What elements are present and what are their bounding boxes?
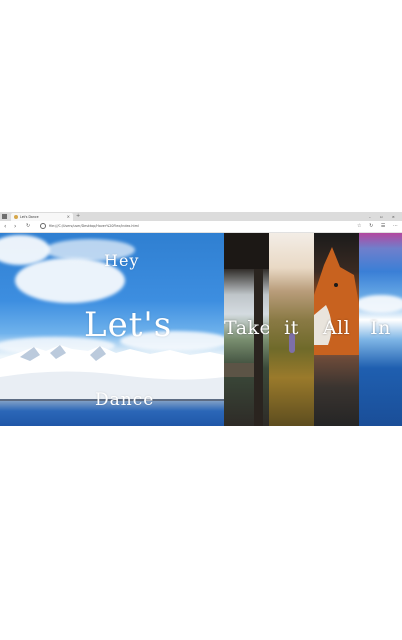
tab-bar: Let's Dance × + – ▫ ×: [0, 212, 402, 221]
back-icon[interactable]: ‹: [4, 222, 6, 231]
pier-roof: [224, 233, 269, 269]
cloud-shape: [359, 295, 402, 313]
word-it: it: [284, 317, 299, 339]
tab-active[interactable]: Let's Dance ×: [11, 213, 73, 221]
tab-actions-icon[interactable]: [2, 214, 7, 219]
panel-take[interactable]: Take: [224, 233, 269, 426]
address-bar[interactable]: file:///C:/Users/user/Desktop/Hover%20Fl…: [40, 222, 330, 231]
hub-icon[interactable]: ☰: [381, 223, 385, 229]
sync-icon[interactable]: ↻: [369, 223, 373, 229]
browser-window: Let's Dance × + – ▫ × ‹ › ↻ file:///C:/U…: [0, 212, 402, 426]
address-toolbar: ‹ › ↻ file:///C:/Users/user/Desktop/Hove…: [0, 221, 402, 233]
panel-all[interactable]: All: [314, 233, 359, 426]
page-viewport: Hey Let's Dance Take it All In: [0, 233, 402, 426]
new-tab-button[interactable]: +: [76, 213, 80, 220]
tab-close-icon[interactable]: ×: [67, 213, 70, 221]
forward-icon[interactable]: ›: [14, 222, 16, 231]
more-icon[interactable]: ⋯: [393, 223, 398, 229]
word-all: All: [322, 317, 351, 339]
word-hey: Hey: [104, 251, 140, 270]
url-text: file:///C:/Users/user/Desktop/Hover%20Fl…: [49, 224, 139, 228]
tab-title: Let's Dance: [20, 215, 39, 219]
word-dance: Dance: [95, 390, 155, 410]
word-in: In: [370, 317, 391, 339]
pier-rail: [224, 363, 254, 377]
window-controls[interactable]: – ▫ ×: [369, 212, 399, 221]
word-take: Take: [224, 317, 269, 339]
favicon-icon: [14, 215, 18, 219]
panel-it[interactable]: it: [269, 233, 314, 426]
info-icon[interactable]: [40, 223, 46, 229]
toolbar-icons: ☆ ↻ ☰ ⋯: [351, 222, 398, 231]
panel-main-mountains[interactable]: Hey Let's Dance: [0, 233, 224, 426]
favorite-star-icon[interactable]: ☆: [357, 223, 361, 229]
refresh-icon[interactable]: ↻: [26, 222, 30, 231]
word-lets: Let's: [84, 305, 173, 345]
panel-in[interactable]: In: [359, 233, 402, 426]
